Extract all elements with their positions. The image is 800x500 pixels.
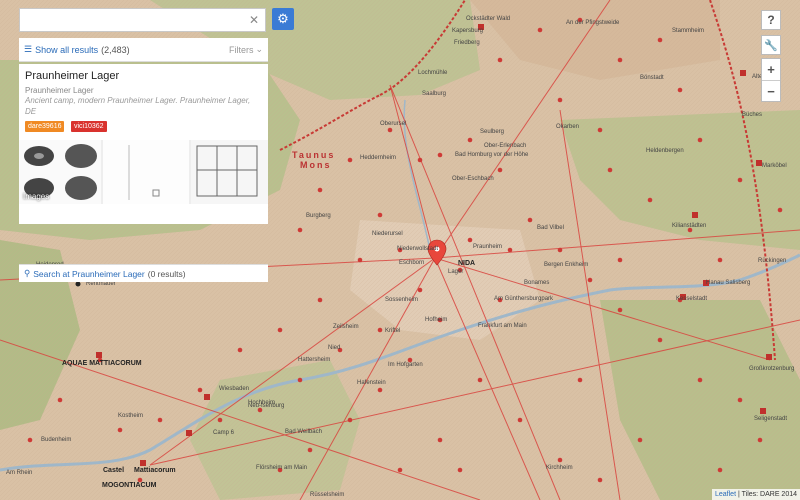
- zoom-in-button[interactable]: +: [762, 59, 780, 81]
- zoom-control: + −: [761, 58, 781, 102]
- map-label-seulberg: Seulberg: [480, 129, 505, 135]
- images-label: Images: [23, 192, 50, 201]
- close-icon[interactable]: ✕: [249, 13, 259, 27]
- dare-badge[interactable]: dare39616: [25, 121, 65, 132]
- map-label-bad-homburg: Bad Homburg vor der Höhe: [455, 152, 529, 158]
- results-bar: ☰ Show all results (2,483) Filters ⌄: [19, 38, 268, 62]
- search-at-row[interactable]: ⚲ Search at Praunheimer Lager (0 results…: [19, 264, 268, 282]
- map-label-eschborn: Eschborn: [399, 260, 425, 266]
- help-icon: ?: [767, 13, 775, 27]
- map-label-lochmuhle: Lochmühle: [418, 70, 448, 76]
- map-label-ruckingen: Rückingen: [758, 258, 787, 264]
- show-all-results-label: Show all results: [35, 44, 99, 55]
- map-label-niederwollstadt: Niederwollstadt: [397, 246, 439, 252]
- map-label-florsheim: Flörsheim am Main: [256, 465, 308, 471]
- map-label-heldenbergen: Heldenbergen: [646, 148, 684, 154]
- map-label-nida: NIDA: [458, 260, 476, 267]
- map-label-hanau: Hanau Salisberg: [706, 280, 751, 286]
- map-label-kapersburg: Kapersburg: [452, 28, 484, 34]
- map-label-grosskrotzenburg: Großkrotzenburg: [749, 366, 795, 372]
- map-label-friedberg: Friedberg: [454, 40, 480, 46]
- map-label-pfingstweide: An der Pfingstweide: [566, 20, 620, 26]
- map-label-stammheim: Stammheim: [672, 28, 705, 34]
- map-label-niederursel: Niederursel: [372, 231, 403, 237]
- map-label-zeilsheim: Zeilsheim: [333, 324, 359, 330]
- map-label-bonstadt: Bönstadt: [640, 75, 664, 81]
- map-label-camp6: Camp 6: [213, 430, 235, 436]
- list-icon: ☰: [24, 44, 33, 54]
- map-label-ober-erlenbach: Ober-Erlenbach: [484, 143, 527, 149]
- map-label-hafenstein: Hafenstein: [357, 380, 386, 386]
- help-button[interactable]: ?: [761, 10, 781, 30]
- place-subtitle: Praunheimer Lager: [25, 86, 94, 95]
- map-attribution: Leaflet | Tiles: DARE 2014: [712, 489, 800, 500]
- map-label-ober-eschbach: Ober-Eschbach: [452, 176, 494, 182]
- map-label-neu-isenburg: Neu-Isenburg: [248, 403, 285, 409]
- show-all-results-link[interactable]: ☰ Show all results (2,483): [24, 44, 130, 55]
- map-label-am-rhein: Am Rhein: [6, 470, 33, 476]
- map-label-praunheim: Praunheim: [473, 244, 503, 250]
- images-strip[interactable]: Images: [19, 140, 268, 204]
- map-label-nied: Nied: [328, 345, 341, 351]
- map-pin-icon: ⚲: [24, 268, 31, 278]
- map-label-russelsheim: Rüsselsheim: [310, 492, 345, 498]
- map-label-taunus: Taunus: [292, 150, 336, 160]
- place-card: Praunheimer Lager Praunheimer Lager Anci…: [19, 64, 268, 282]
- map-label-bergen: Bergen Enkheim: [544, 262, 589, 268]
- map-label-burgberg: Burgberg: [306, 213, 331, 219]
- map-label-seligenstadt: Seligenstadt: [754, 416, 788, 422]
- map-label-ockstadt: Ockstädter Wald: [466, 16, 511, 22]
- map-label-mogontiacum: MOGONTIACUM: [102, 482, 157, 489]
- settings-button[interactable]: ⚙: [272, 8, 294, 30]
- map-label-gunthersburg: Am Günthersburgpark: [494, 296, 554, 302]
- map-label-castel: Castel: [103, 467, 125, 474]
- map-label-bonames: Bonames: [524, 280, 550, 286]
- map-label-kilianstadten: Kilianstädten: [672, 223, 707, 229]
- results-count: (2,483): [101, 44, 130, 55]
- search-input[interactable]: ✕: [19, 8, 266, 32]
- search-at-link[interactable]: Search at Praunheimer Lager: [33, 269, 145, 279]
- map-label-aquae: AQUAE MATTIACORUM: [62, 360, 142, 367]
- map-label-lager: Lager: [448, 269, 464, 275]
- map-label-saalburg: Saalburg: [422, 91, 447, 97]
- tiles-attribution: Tiles: DARE 2014: [741, 491, 797, 498]
- map-label-mattiacorum: Mattiacorum: [134, 467, 176, 474]
- gear-icon: ⚙: [277, 11, 289, 26]
- filters-label: Filters: [228, 44, 254, 55]
- map-label-hofheim: Hofheim: [425, 317, 448, 323]
- map-label-mons: Mons: [300, 160, 332, 170]
- map-label-kriftel: Kriftel: [385, 328, 401, 334]
- chevron-down-icon: ⌄: [255, 44, 263, 54]
- map-label-sossenheim: Sossenheim: [385, 297, 419, 303]
- map-label-budenheim: Budenheim: [41, 437, 72, 443]
- map-label-oberursel: Oberursel: [380, 121, 407, 127]
- zoom-out-button[interactable]: −: [762, 81, 780, 102]
- search-at-count: (0 results): [147, 268, 186, 279]
- map-label-hofgarten: Im Hofgarten: [388, 362, 423, 368]
- place-title: Praunheimer Lager: [25, 70, 120, 82]
- image-thumbnails: [19, 140, 268, 204]
- map-label-wiesbaden: Wiesbaden: [219, 386, 250, 392]
- filters-toggle[interactable]: Filters ⌄: [229, 44, 263, 55]
- wrench-icon: 🔧: [764, 39, 778, 52]
- map-label-frankfurt: Frankfurt am Main: [478, 323, 527, 329]
- map-label-heddernheim: Heddernheim: [360, 155, 397, 161]
- vici-badge[interactable]: vici10362: [71, 121, 107, 132]
- map-label-kostheim: Kostheim: [118, 413, 144, 419]
- map-label-okarben: Okarben: [556, 124, 580, 130]
- map-label-markobel: Marköbel: [762, 163, 787, 169]
- leaflet-link[interactable]: Leaflet: [715, 491, 736, 498]
- place-description: Ancient camp, modern Praunheimer Lager. …: [25, 96, 251, 116]
- map-label-bad-vilbel: Bad Vilbel: [537, 225, 564, 231]
- tools-button[interactable]: 🔧: [761, 35, 781, 55]
- map-label-buches: Büches: [742, 112, 763, 118]
- map-label-kirchheim: Kirchheim: [546, 465, 573, 471]
- map-label-hattersheim: Hattersheim: [298, 357, 331, 363]
- map-label-bad-weilbach: Bad Weilbach: [285, 429, 322, 435]
- map-label-kesselstadt: Kesselstadt: [676, 296, 708, 302]
